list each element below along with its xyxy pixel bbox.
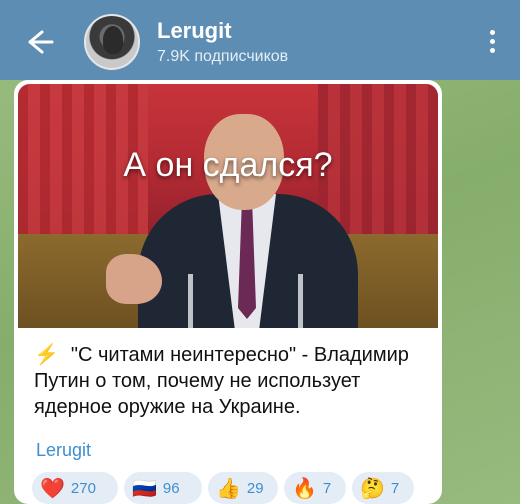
reaction-thinking[interactable]: 🤔 7 [352, 472, 414, 504]
reaction-count: 7 [322, 479, 332, 497]
reaction-fire[interactable]: 🔥 7 [284, 472, 346, 504]
fire-icon: 🔥 [292, 477, 317, 500]
back-arrow-icon [28, 30, 54, 54]
reaction-count: 270 [70, 479, 96, 497]
lightning-icon: ⚡ [34, 344, 59, 366]
channel-post: А он сдался? ⚡ "С читами неинтересно" - В… [14, 80, 442, 504]
reaction-thumbs-up[interactable]: 👍 29 [208, 472, 278, 504]
subscriber-count: 7.9K подписчиков [157, 48, 289, 65]
reaction-count: 96 [162, 479, 180, 497]
channel-avatar[interactable] [84, 14, 140, 70]
image-caption: А он сдался? [123, 146, 333, 184]
thumbs-up-icon: 👍 [216, 477, 241, 500]
more-vertical-icon[interactable] [490, 30, 496, 54]
reaction-russia-flag[interactable]: 🇷🇺 96 [124, 472, 202, 504]
back-button[interactable] [18, 26, 58, 58]
channel-signature-link[interactable]: Lerugit [36, 440, 91, 461]
thinking-face-icon: 🤔 [360, 477, 385, 500]
channel-title[interactable]: Lerugit [157, 18, 232, 44]
post-message: "С читами неинтересно" - Владимир Путин … [34, 344, 409, 418]
heart-icon: ❤️ [40, 477, 65, 500]
top-bar: Lerugit 7.9K подписчиков [0, 0, 520, 80]
russia-flag-icon: 🇷🇺 [132, 477, 157, 500]
post-text: ⚡ "С читами неинтересно" - Владимир Путин… [34, 342, 434, 420]
post-image[interactable]: А он сдался? [18, 84, 438, 328]
reaction-count: 29 [246, 479, 264, 497]
reaction-count: 7 [390, 479, 400, 497]
reaction-heart[interactable]: ❤️ 270 [32, 472, 118, 504]
